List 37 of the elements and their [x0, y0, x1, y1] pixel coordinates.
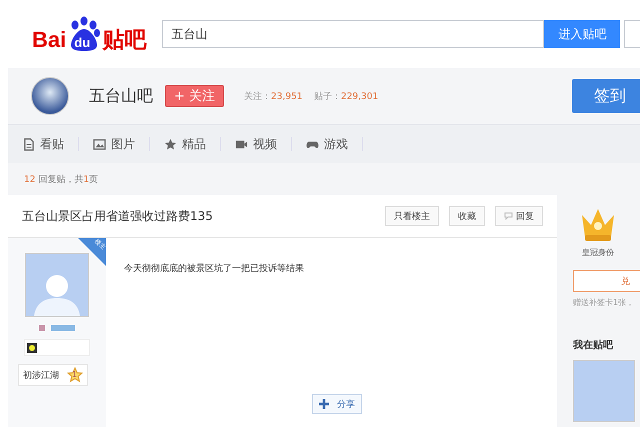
badge-icon: [39, 325, 45, 331]
document-icon: [22, 138, 35, 150]
forum-stats: 关注：23,951 贴子：229,301: [244, 90, 378, 102]
avatar-placeholder: [573, 360, 635, 422]
logo-text: du: [74, 36, 90, 50]
rank-title: 初涉江湖: [23, 370, 59, 382]
share-button[interactable]: 分享: [312, 394, 362, 414]
nav-tab[interactable]: 视频: [235, 137, 292, 151]
post-content: 今天彻彻底底的被景区坑了一把已投诉等结果: [124, 262, 305, 275]
thread-action-button[interactable]: 回复: [495, 206, 543, 226]
section-title: 我在贴吧: [573, 338, 614, 352]
bonus-note: 赠送补签卡1张，: [573, 297, 636, 308]
sign-in-button[interactable]: 签到: [572, 79, 640, 113]
nav-tab[interactable]: 精品: [164, 137, 221, 151]
enter-forum-button[interactable]: 进入贴吧: [544, 20, 620, 48]
search-field[interactable]: 五台山: [162, 20, 544, 48]
crown-label: 皇冠身份: [582, 247, 614, 258]
star-icon: [164, 138, 177, 150]
image-icon: [93, 138, 106, 150]
thread-action-button[interactable]: 只看楼主: [385, 206, 439, 226]
logo-text: 贴吧: [102, 28, 146, 52]
reply-count: 12 回复贴，共1页: [24, 174, 98, 186]
flower-icon: [27, 342, 37, 352]
redeem-button[interactable]: 兑: [573, 270, 640, 292]
nav-tab[interactable]: 图片: [93, 137, 150, 151]
badge-icon: [51, 325, 75, 331]
speech-bubble-icon: [504, 212, 513, 220]
logo-text: Bai: [32, 28, 66, 52]
level-number: 1: [72, 370, 78, 379]
forum-avatar: [31, 77, 69, 115]
nav-tab[interactable]: 看贴: [22, 137, 79, 151]
plus-icon: [319, 399, 329, 409]
thread-action-button[interactable]: 收藏: [449, 206, 485, 226]
thread-title: 五台山景区占用省道强收过路费135: [22, 208, 214, 224]
forum-name: 五台山吧: [89, 86, 153, 106]
nav-tab[interactable]: 游戏: [306, 137, 363, 151]
star-icon: [67, 367, 83, 383]
